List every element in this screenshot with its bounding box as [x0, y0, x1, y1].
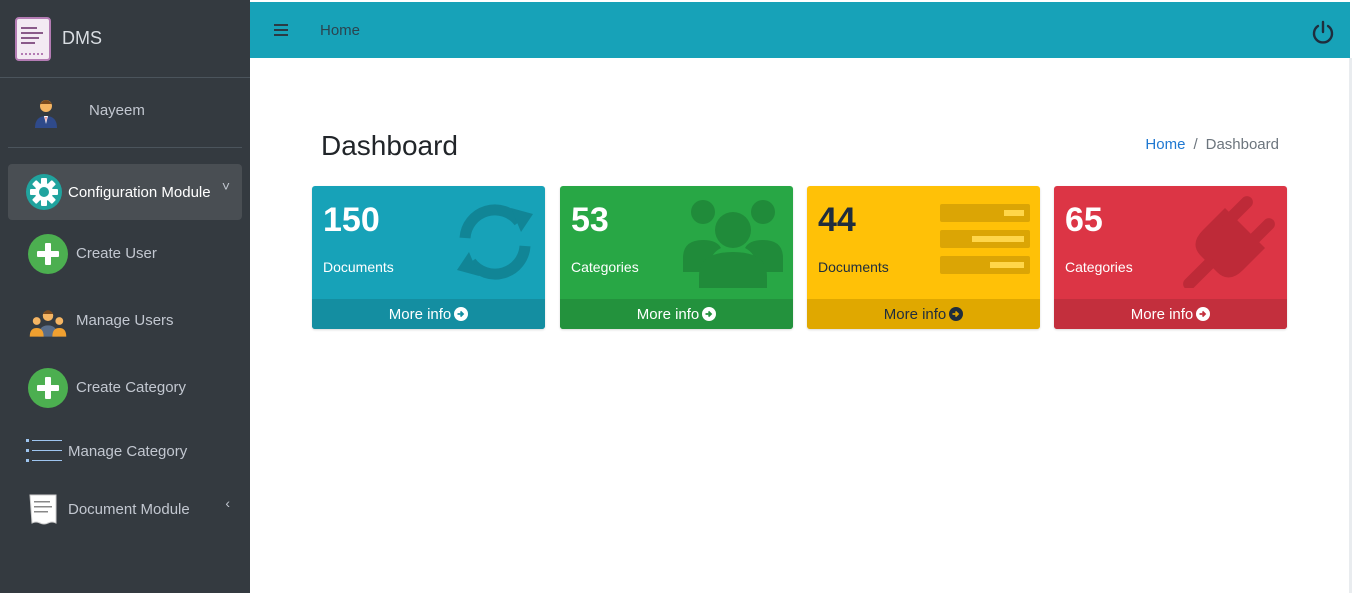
breadcrumb: Home / Dashboard	[1145, 136, 1279, 153]
stat-label: Documents	[323, 259, 394, 275]
arrow-circle-right-icon	[1196, 307, 1211, 321]
chevron-down-icon: ˅	[221, 178, 230, 194]
stat-value: 150	[323, 201, 380, 239]
nav-label: Configuration Module	[68, 183, 211, 201]
arrow-circle-right-icon	[702, 307, 717, 321]
nav-label: Create User	[76, 245, 157, 262]
power-icon[interactable]	[1310, 20, 1336, 46]
document-logo-icon	[15, 16, 51, 61]
nav-manage-users[interactable]: Manage Users	[8, 287, 242, 354]
stat-card-categories: 53 Categories More info	[560, 186, 793, 329]
nav-label: Manage Users	[76, 312, 174, 329]
nav-configuration-module[interactable]: Configuration Module ˅	[8, 164, 242, 220]
nav-create-user[interactable]: Create User	[8, 220, 242, 287]
stat-cards: 150 Documents More info 53 Categories Mo…	[312, 186, 1287, 329]
user-panel[interactable]: Nayeem	[8, 78, 242, 148]
menu-toggle-icon[interactable]	[274, 24, 288, 36]
stat-value: 44	[818, 201, 856, 239]
plus-circle-icon	[28, 367, 68, 408]
stat-card-documents-2: 44 Documents More info	[807, 186, 1040, 329]
stat-value: 65	[1065, 201, 1103, 239]
nav-label: Document Module	[68, 500, 190, 518]
sidebar-nav: Configuration Module ˅ Create User Manag…	[0, 148, 250, 537]
more-info-label: More info	[636, 305, 700, 323]
nav-manage-category[interactable]: Manage Category	[8, 421, 242, 481]
page-title: Dashboard	[321, 130, 458, 161]
sidebar: DMS Nayeem Configuration Module ˅ Create…	[0, 0, 250, 593]
sync-icon	[457, 204, 533, 280]
more-info-link[interactable]: More info	[807, 299, 1040, 329]
arrow-circle-right-icon	[454, 307, 469, 321]
stat-card-categories-2: 65 Categories More info	[1054, 186, 1287, 329]
user-avatar-icon	[35, 99, 57, 128]
top-navbar: Home	[250, 0, 1350, 58]
stat-card-documents: 150 Documents More info	[312, 186, 545, 329]
users-group-icon	[29, 309, 67, 337]
gear-icon	[26, 174, 62, 210]
brand-link[interactable]: DMS	[0, 0, 250, 78]
user-name: Nayeem	[89, 102, 145, 119]
more-info-link[interactable]: More info	[560, 299, 793, 329]
stat-label: Categories	[571, 259, 639, 275]
document-scroll-icon	[29, 494, 57, 525]
plug-icon	[1183, 196, 1275, 288]
breadcrumb-home-link[interactable]: Home	[1145, 136, 1185, 153]
brand-text: DMS	[62, 28, 102, 48]
stat-label: Categories	[1065, 259, 1133, 275]
more-info-label: More info	[388, 305, 452, 323]
more-info-link[interactable]: More info	[1054, 299, 1287, 329]
nav-label: Create Category	[76, 379, 187, 396]
list-icon	[940, 204, 1030, 274]
breadcrumb-separator: /	[1193, 136, 1198, 153]
users-icon	[683, 200, 783, 288]
nav-label: Manage Category	[68, 442, 188, 460]
stat-label: Documents	[818, 259, 889, 275]
list-icon	[26, 439, 62, 462]
more-info-label: More info	[1130, 305, 1194, 323]
nav-document-module[interactable]: Document Module ‹	[8, 481, 242, 537]
plus-circle-icon	[28, 233, 68, 274]
top-home-link[interactable]: Home	[320, 22, 360, 39]
nav-create-category[interactable]: Create Category	[8, 354, 242, 421]
chevron-left-icon: ‹	[225, 495, 230, 511]
arrow-circle-right-icon	[949, 307, 964, 321]
content-header: Dashboard Home / Dashboard	[321, 130, 1279, 166]
more-info-link[interactable]: More info	[312, 299, 545, 329]
more-info-label: More info	[883, 305, 947, 323]
app-root: DMS Nayeem Configuration Module ˅ Create…	[0, 0, 1352, 593]
breadcrumb-current: Dashboard	[1205, 136, 1279, 153]
stat-value: 53	[571, 201, 609, 239]
